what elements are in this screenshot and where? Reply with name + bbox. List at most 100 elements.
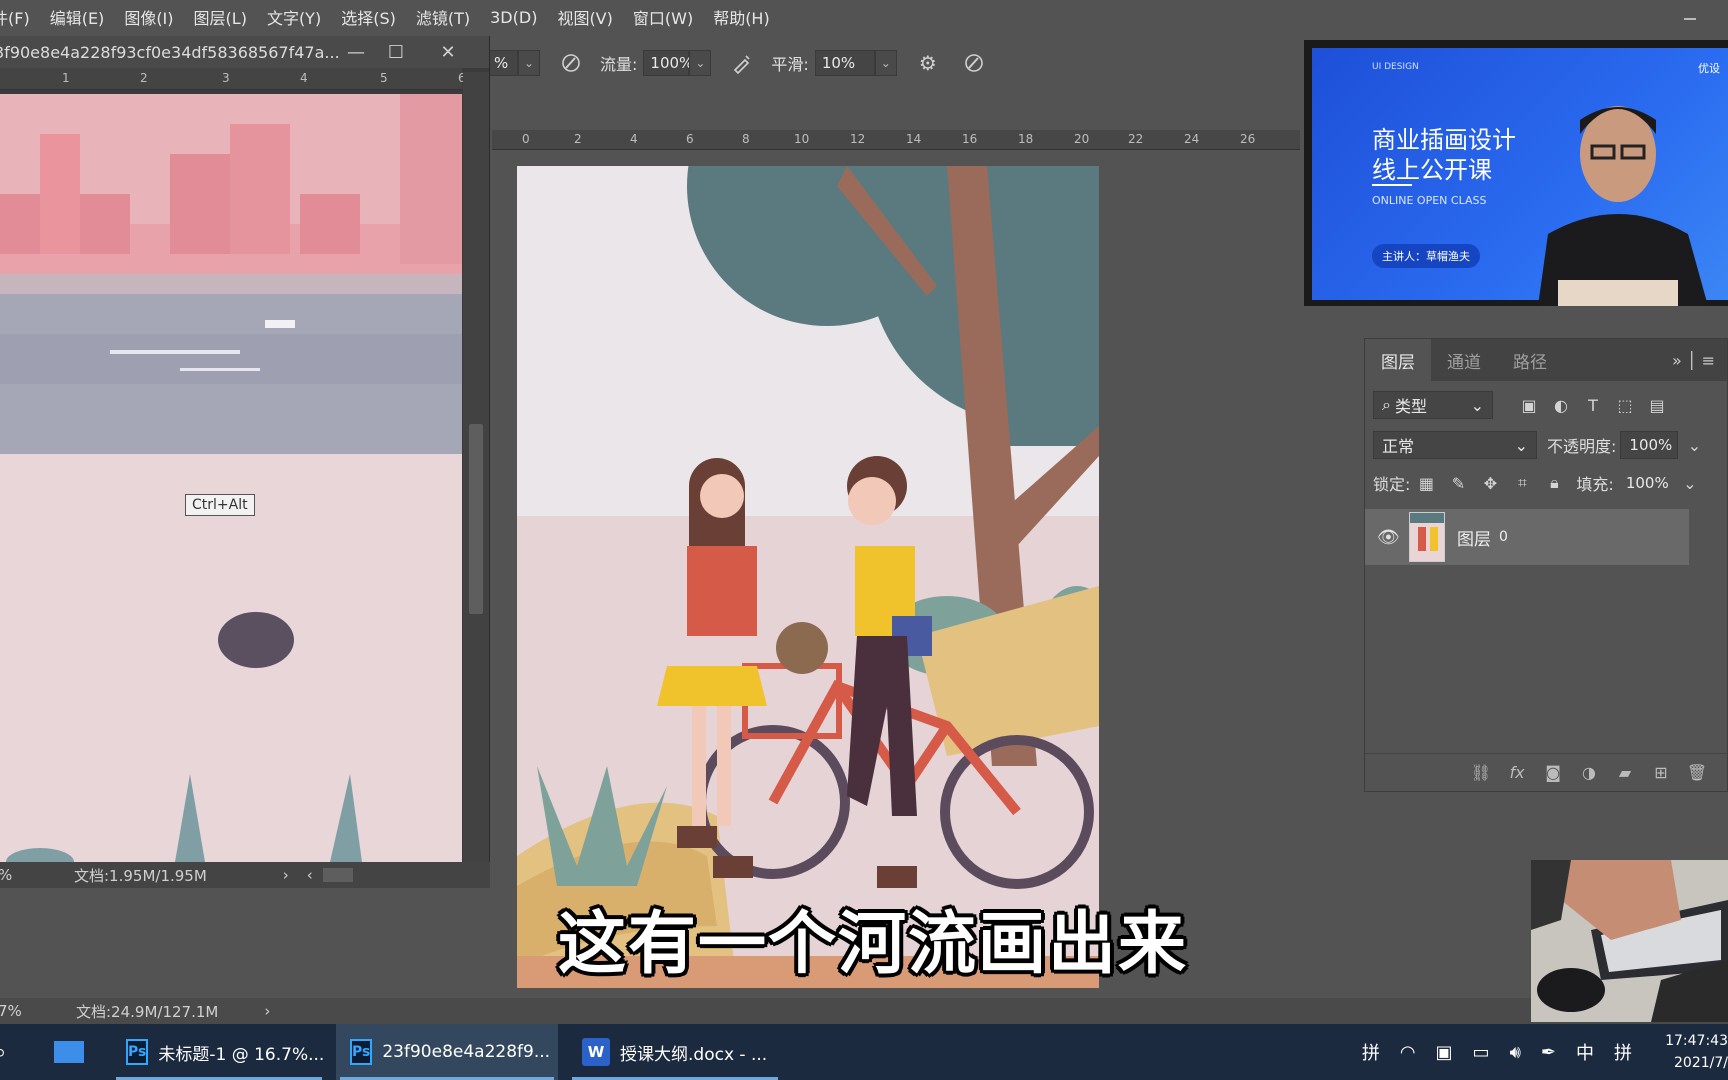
taskbar-item-ps-document[interactable]: Ps 23f90e8e4a228f9... (336, 1024, 558, 1080)
flow-label: 流量: (600, 55, 638, 74)
smooth-dropdown[interactable]: ⌄ (874, 50, 897, 76)
layer-row[interactable]: 👁︎ 图层 0 (1365, 509, 1689, 565)
language-indicator[interactable]: 中 (1576, 1039, 1594, 1065)
mask-icon[interactable]: ◙ (1542, 762, 1564, 784)
ime-icon[interactable]: 拼 (1362, 1039, 1380, 1065)
search-icon: ⌕ (1382, 395, 1391, 414)
fx-icon[interactable]: fx (1506, 762, 1528, 784)
lock-position-icon[interactable]: ✥ (1479, 472, 1501, 494)
pressure-size-icon[interactable] (961, 50, 987, 76)
image-filter-icon[interactable]: ▣ (1518, 394, 1540, 416)
flow-field[interactable]: 100% (643, 50, 693, 76)
zoomed-canvas[interactable]: Ctrl+Alt (0, 94, 462, 862)
illustration-artwork (517, 166, 1099, 988)
eye-icon[interactable]: 👁︎ (1377, 527, 1400, 548)
lock-artboard-icon[interactable]: ⌗ (1511, 472, 1533, 494)
windows-taskbar: ⌕ Ps 未标题-1 @ 16.7%... Ps 23f90e8e4a228f9… (0, 1024, 1728, 1080)
horizontal-scroll-thumb[interactable] (322, 868, 353, 882)
filter-type-select[interactable]: ⌕ 类型 ⌄ (1373, 391, 1493, 419)
lock-transparent-icon[interactable]: ▦ (1415, 472, 1437, 494)
volume-icon[interactable]: 🔊︎ (1510, 1042, 1521, 1063)
app-minimize-button[interactable] (1682, 6, 1698, 22)
fill-input[interactable]: 100% (1618, 469, 1674, 497)
menu-layer[interactable]: 图层(L) (184, 5, 257, 29)
photoshop-icon: Ps (350, 1039, 373, 1065)
shortcut-tooltip: Ctrl+Alt (185, 494, 255, 516)
folder-icon[interactable]: ▰ (1614, 762, 1636, 784)
menu-select[interactable]: 选择(S) (331, 5, 406, 29)
system-clock[interactable]: 17:47:43 2021/7/ (1658, 1030, 1728, 1074)
security-icon[interactable]: ▣ (1436, 1042, 1453, 1063)
taskbar-item-word[interactable]: W 授课大纲.docx - ... (568, 1024, 782, 1080)
opacity-input[interactable]: 100% (1620, 431, 1679, 459)
lock-pixels-icon[interactable]: ✎ (1447, 472, 1469, 494)
vertical-scrollbar[interactable] (463, 72, 489, 862)
menu-help[interactable]: 帮助(H) (703, 5, 780, 29)
trash-icon[interactable]: 🗑︎ (1686, 762, 1708, 784)
adjustment-layer-icon[interactable]: ◑ (1578, 762, 1600, 784)
panel-menu-icon[interactable]: » │ ≡ (1672, 339, 1727, 381)
layer-name[interactable]: 图层 (1457, 525, 1491, 550)
main-canvas[interactable] (517, 166, 1099, 988)
smooth-field[interactable]: 10% (814, 50, 875, 76)
minimize-icon[interactable]: — (344, 40, 368, 64)
ime-mode-indicator[interactable]: 拼 (1614, 1039, 1632, 1065)
adjustment-filter-icon[interactable]: ◐ (1550, 394, 1572, 416)
blend-mode-select[interactable]: 正常 ⌄ (1373, 431, 1537, 459)
airbrush-icon[interactable] (729, 50, 755, 76)
menu-image[interactable]: 图像(I) (114, 5, 183, 29)
chevron-down-icon[interactable]: ⌄ (1683, 434, 1705, 456)
chevron-left-icon[interactable]: ‹ (307, 866, 313, 884)
menu-3d[interactable]: 3D(D) (480, 8, 547, 27)
menu-bar: 件(F) 编辑(E) 图像(I) 图层(L) 文字(Y) 选择(S) 滤镜(T)… (0, 0, 1728, 34)
smart-object-filter-icon[interactable]: ▤ (1646, 394, 1668, 416)
chevron-right-icon[interactable]: › (264, 1002, 270, 1020)
tab-channels[interactable]: 通道 (1431, 339, 1497, 381)
pen-icon[interactable]: ✒ (1541, 1042, 1556, 1063)
type-filter-icon[interactable]: T (1582, 394, 1604, 416)
shape-filter-icon[interactable]: ⬚ (1614, 394, 1636, 416)
floating-document-window[interactable]: 3f90e8e4a228f93cf0e34df58368567f47a... —… (0, 36, 490, 888)
battery-icon[interactable]: ▭ (1473, 1042, 1490, 1063)
taskbar-item-ps-untitled[interactable]: Ps 未标题-1 @ 16.7%... (112, 1024, 326, 1080)
task-view-icon[interactable] (54, 1041, 84, 1063)
new-layer-icon[interactable]: ⊞ (1650, 762, 1672, 784)
tab-paths[interactable]: 路径 (1497, 339, 1563, 381)
opacity-field[interactable]: % (488, 50, 518, 76)
ruler-tick: 0 (522, 132, 530, 146)
search-icon[interactable]: ⌕ (0, 1040, 24, 1065)
maximize-icon[interactable]: ☐ (384, 40, 408, 64)
wifi-icon[interactable]: ◠ (1400, 1042, 1416, 1063)
link-icon[interactable]: ⛓ (1470, 762, 1492, 784)
menu-filter[interactable]: 滤镜(T) (406, 5, 480, 29)
menu-view[interactable]: 视图(V) (547, 5, 622, 29)
ruler-tick: 2 (140, 71, 148, 85)
chevron-down-icon[interactable]: ⌄ (1679, 472, 1701, 494)
ruler-tick: 3 (222, 71, 230, 85)
smooth-label: 平滑: (771, 55, 809, 74)
scrollbar-thumb[interactable] (469, 424, 483, 614)
opacity-dropdown[interactable]: ⌄ (518, 50, 540, 76)
slide-tag: UI DESIGN (1372, 62, 1419, 72)
ruler-tick: 10 (794, 132, 810, 146)
tab-layers[interactable]: 图层 (1365, 339, 1431, 381)
chevron-down-icon: ⌄ (1514, 435, 1528, 455)
chevron-right-icon[interactable]: › (283, 866, 289, 884)
pressure-opacity-icon[interactable] (558, 50, 584, 76)
menu-window[interactable]: 窗口(W) (623, 5, 703, 29)
close-icon[interactable]: ✕ (436, 40, 460, 64)
gear-icon[interactable]: ⚙ (915, 50, 941, 76)
slide-divider (1372, 184, 1412, 186)
lock-all-icon[interactable]: 🔒︎ (1543, 472, 1565, 494)
main-zoom-value: 7% (0, 1002, 22, 1020)
ruler-tick: 4 (630, 132, 638, 146)
flow-dropdown[interactable]: ⌄ (689, 50, 712, 76)
menu-file[interactable]: 件(F) (0, 5, 40, 29)
lecturer-video: UI DESIGN 优设 商业插画设计 线上公开课 ONLINE OPEN CL… (1304, 40, 1728, 306)
ruler-tick: 24 (1184, 132, 1200, 146)
doc-size-info: 文档:1.95M/1.95M (74, 866, 207, 885)
ruler-tick: 8 (742, 132, 750, 146)
menu-edit[interactable]: 编辑(E) (40, 5, 115, 29)
menu-type[interactable]: 文字(Y) (257, 5, 331, 29)
document-titlebar[interactable]: 3f90e8e4a228f93cf0e34df58368567f47a... —… (0, 36, 489, 68)
